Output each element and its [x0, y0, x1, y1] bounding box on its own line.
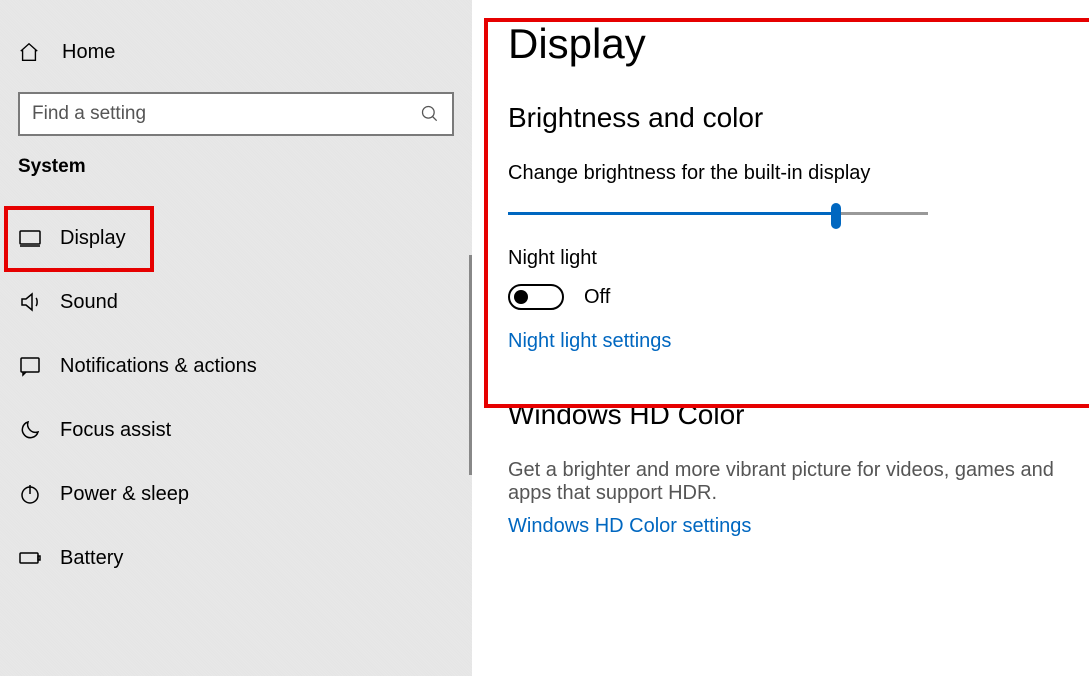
slider-fill — [508, 212, 836, 215]
focus-icon — [18, 418, 42, 442]
nav-label: Power & sleep — [60, 483, 189, 506]
page-title: Display — [508, 20, 1089, 68]
battery-icon — [18, 546, 42, 570]
hdcolor-settings-link[interactable]: Windows HD Color settings — [508, 515, 751, 538]
brightness-label: Change brightness for the built-in displ… — [508, 162, 1089, 185]
category-title: System — [0, 156, 472, 178]
notifications-icon — [18, 354, 42, 378]
slider-thumb[interactable] — [831, 203, 841, 229]
nav-label: Display — [60, 227, 126, 250]
nav-item-display[interactable]: Display — [0, 206, 472, 270]
main-content: Display Brightness and color Change brig… — [472, 0, 1089, 676]
nightlight-label: Night light — [508, 247, 1089, 270]
nav-item-notifications[interactable]: Notifications & actions — [0, 334, 472, 398]
home-icon — [18, 41, 40, 63]
sound-icon — [18, 290, 42, 314]
display-icon — [18, 226, 42, 250]
nav-list: Display Sound Notifications & actions Fo… — [0, 206, 472, 590]
search-input[interactable] — [18, 92, 454, 136]
nav-label: Notifications & actions — [60, 355, 257, 378]
search-field[interactable] — [32, 103, 420, 125]
hdcolor-description: Get a brighter and more vibrant picture … — [508, 459, 1089, 505]
sidebar: Home System Display Sound — [0, 0, 472, 676]
search-icon — [420, 104, 440, 124]
home-label: Home — [62, 41, 115, 64]
nav-item-focus[interactable]: Focus assist — [0, 398, 472, 462]
section-hdcolor-title: Windows HD Color — [508, 399, 1089, 431]
section-brightness-title: Brightness and color — [508, 102, 1089, 134]
nav-label: Battery — [60, 547, 123, 570]
toggle-knob — [514, 290, 528, 304]
nav-item-power[interactable]: Power & sleep — [0, 462, 472, 526]
brightness-slider[interactable] — [508, 199, 928, 229]
nav-label: Focus assist — [60, 419, 171, 442]
nav-label: Sound — [60, 291, 118, 314]
nightlight-state: Off — [584, 286, 610, 309]
power-icon — [18, 482, 42, 506]
home-button[interactable]: Home — [0, 28, 472, 76]
nav-item-battery[interactable]: Battery — [0, 526, 472, 590]
nightlight-settings-link[interactable]: Night light settings — [508, 330, 671, 353]
nightlight-toggle[interactable] — [508, 284, 564, 310]
nav-item-sound[interactable]: Sound — [0, 270, 472, 334]
